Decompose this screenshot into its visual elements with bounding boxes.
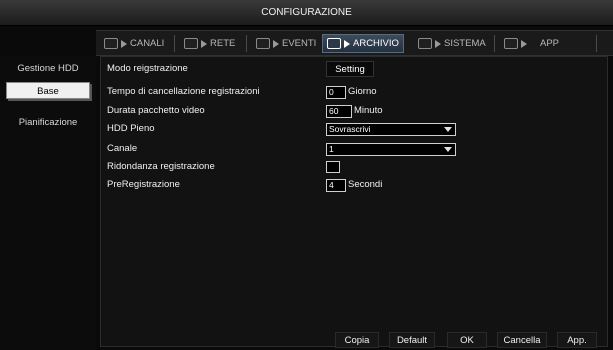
tab-label: EVENTI bbox=[282, 38, 317, 49]
prerecord-unit: Secondi bbox=[348, 179, 383, 190]
delete-time-input[interactable]: 0 bbox=[326, 86, 346, 99]
record-mode-label: Modo reigstrazione bbox=[107, 63, 188, 74]
channel-value: 1 bbox=[329, 144, 334, 154]
tab-label: CANALI bbox=[130, 38, 165, 49]
pack-duration-unit: Minuto bbox=[354, 105, 383, 116]
redundancy-checkbox[interactable] bbox=[326, 161, 340, 173]
arrow-right-icon bbox=[201, 39, 207, 48]
tab-label: RETE bbox=[210, 38, 236, 49]
hdd-full-value: Sovrascrivi bbox=[329, 124, 371, 134]
tab-system[interactable]: SISTEMA bbox=[414, 34, 490, 53]
sidebar: Gestione HDD Base Pianificazione bbox=[0, 56, 96, 350]
delete-time-unit: Giorno bbox=[348, 86, 377, 97]
storage-icon bbox=[327, 38, 341, 49]
camera-icon bbox=[104, 38, 118, 49]
arrow-right-icon bbox=[344, 39, 350, 48]
tab-separator bbox=[246, 35, 247, 52]
tab-bar: CANALI RETE EVENTI ARCHIVIO SISTEMA APP bbox=[96, 30, 613, 56]
prerecord-input[interactable]: 4 bbox=[326, 179, 346, 192]
delete-time-label: Tempo di cancellazione registrazioni bbox=[107, 86, 260, 97]
tab-separator bbox=[494, 35, 495, 52]
tab-channels[interactable]: CANALI bbox=[100, 34, 168, 53]
hdd-full-select[interactable]: Sovrascrivi bbox=[326, 123, 456, 136]
system-icon bbox=[418, 38, 432, 49]
arrow-right-icon bbox=[435, 39, 441, 48]
tab-label: SISTEMA bbox=[444, 38, 486, 49]
tab-label: APP bbox=[540, 38, 560, 49]
sidebar-item-base[interactable]: Base bbox=[6, 82, 90, 99]
tab-app[interactable]: APP bbox=[500, 34, 563, 53]
setting-button[interactable]: Setting bbox=[326, 61, 374, 77]
channel-select[interactable]: 1 bbox=[326, 143, 456, 156]
channel-label: Canale bbox=[107, 143, 138, 154]
settings-panel: Modo reigstrazione Setting Tempo di canc… bbox=[100, 56, 608, 348]
default-button[interactable]: Default bbox=[389, 332, 435, 348]
cancel-button[interactable]: Cancella bbox=[497, 332, 547, 348]
app-icon bbox=[504, 38, 518, 49]
copy-button[interactable]: Copia bbox=[335, 332, 379, 348]
prerecord-label: PreRegistrazione bbox=[107, 179, 180, 190]
tab-separator bbox=[596, 35, 597, 52]
hdd-full-label: HDD Pieno bbox=[107, 123, 155, 134]
tab-separator bbox=[174, 35, 175, 52]
sidebar-item-schedule[interactable]: Pianificazione bbox=[6, 114, 90, 131]
arrow-right-icon bbox=[273, 39, 279, 48]
redundancy-label: Ridondanza registrazione bbox=[107, 161, 215, 172]
pack-duration-label: Durata pacchetto video bbox=[107, 105, 205, 116]
chevron-down-icon bbox=[444, 147, 452, 152]
tab-archive[interactable]: ARCHIVIO bbox=[322, 34, 404, 53]
chevron-down-icon bbox=[444, 127, 452, 132]
network-icon bbox=[184, 38, 198, 49]
tab-events[interactable]: EVENTI bbox=[252, 34, 320, 53]
apply-button[interactable]: App. bbox=[557, 332, 597, 348]
arrow-right-icon bbox=[121, 39, 127, 48]
ok-button[interactable]: OK bbox=[447, 332, 487, 348]
sidebar-item-hdd-management[interactable]: Gestione HDD bbox=[6, 60, 90, 77]
window-title: CONFIGURAZIONE bbox=[0, 0, 613, 26]
pack-duration-input[interactable]: 60 bbox=[326, 105, 352, 118]
tab-label: ARCHIVIO bbox=[353, 38, 399, 49]
alarm-icon bbox=[256, 38, 270, 49]
tab-network[interactable]: RETE bbox=[180, 34, 239, 53]
arrow-right-icon bbox=[521, 39, 527, 48]
